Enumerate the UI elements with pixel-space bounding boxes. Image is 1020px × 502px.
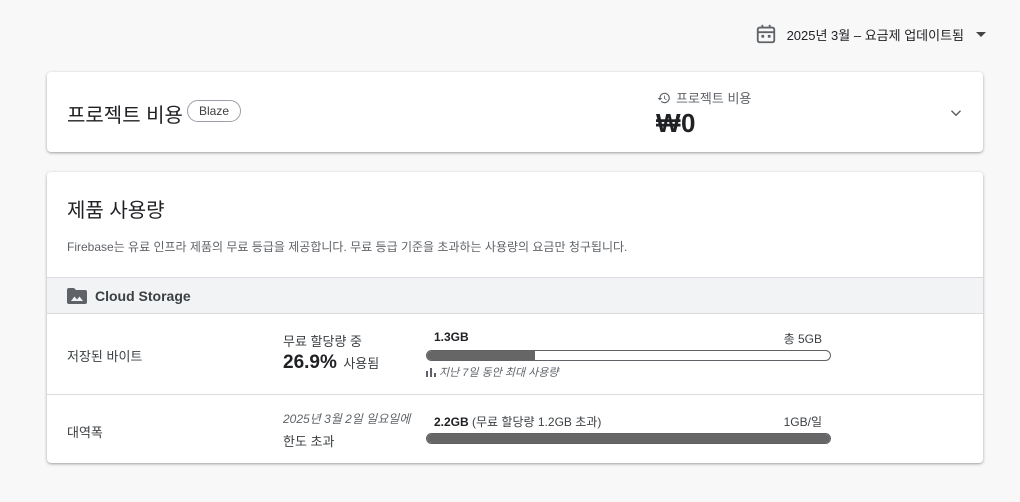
usage-title: 제품 사용량: [67, 200, 165, 222]
cost-label-text: 프로젝트 비용: [676, 91, 752, 106]
usage-progress-fill: [427, 351, 536, 360]
image-folder-icon: [67, 287, 87, 304]
usage-row-stored-bytes: 저장된 바이트 무료 할당량 중 26.9% 사용됨 1.3GB 총 5GB 지…: [47, 314, 983, 395]
bar-chart-icon: [426, 368, 436, 377]
usage-row-bandwidth: 대역폭 2025년 3월 2일 일요일에 한도 초과 2.2GB (무료 할당량…: [47, 395, 983, 463]
limit-text: 한도 초과: [283, 434, 335, 449]
row-name: 대역폭: [67, 425, 103, 440]
row-name: 저장된 바이트: [67, 349, 143, 364]
period-label: 2025년 3월 – 요금제 업데이트됨: [786, 27, 964, 43]
product-usage-card: 제품 사용량 Firebase는 유료 인프라 제품의 무료 등급을 제공합니다…: [47, 172, 983, 463]
peak-usage-note: 지난 7일 동안 최대 사용량: [426, 364, 559, 380]
bar-value: 1.3GB: [434, 330, 469, 344]
usage-description: Firebase는 유료 인프라 제품의 무료 등급을 제공합니다. 무료 등급…: [67, 240, 628, 254]
percent-value: 26.9%: [283, 352, 337, 373]
bar-total: 1GB/일: [783, 415, 822, 429]
calendar-icon: [756, 24, 775, 44]
plan-badge: Blaze: [187, 100, 242, 122]
bar-value: 2.2GB (무료 할당량 1.2GB 초과): [434, 415, 602, 429]
quota-label: 무료 할당량 중: [283, 334, 362, 349]
section-name: Cloud Storage: [95, 287, 191, 304]
project-cost-title: 프로젝트 비용: [67, 105, 183, 127]
project-cost-card: 프로젝트 비용 Blaze 프로젝트 비용 ₩0: [47, 72, 983, 152]
cost-value: ₩0: [656, 108, 696, 138]
bar-total: 총 5GB: [783, 332, 822, 346]
expand-chevron-icon[interactable]: [947, 104, 965, 122]
usage-progress-bar: [426, 433, 831, 444]
history-icon: [657, 92, 670, 103]
cost-label: 프로젝트 비용: [657, 88, 751, 107]
used-label: 사용됨: [343, 356, 380, 371]
limit-date: 2025년 3월 2일 일요일에: [283, 412, 411, 426]
period-selector[interactable]: 2025년 3월 – 요금제 업데이트됨: [755, 20, 986, 48]
usage-progress-bar: [426, 350, 831, 361]
usage-percent: 26.9% 사용됨: [283, 352, 379, 374]
cloud-storage-section-header: Cloud Storage: [47, 277, 983, 314]
dropdown-caret-icon: [976, 31, 986, 37]
usage-progress-fill: [427, 434, 830, 443]
